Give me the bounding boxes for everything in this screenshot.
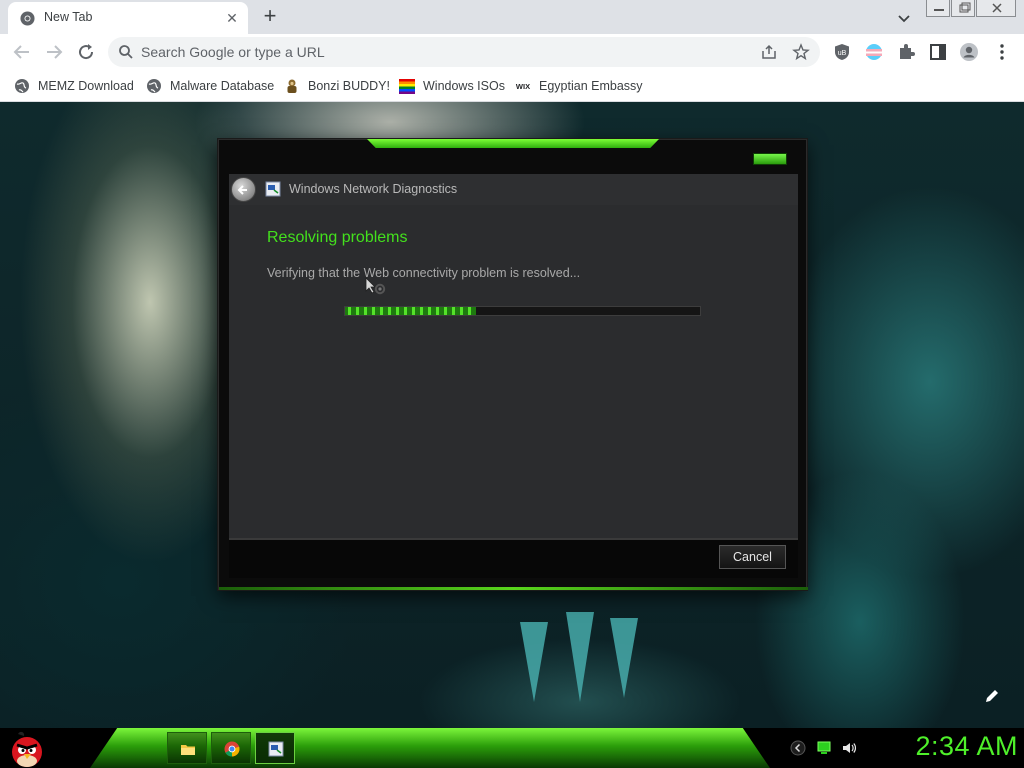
window-glow bbox=[219, 587, 808, 590]
tab-title: New Tab bbox=[44, 10, 93, 24]
angry-bird-start-icon[interactable] bbox=[8, 730, 46, 768]
network-diagnostics-icon bbox=[268, 741, 284, 757]
bookmark-label: Windows ISOs bbox=[423, 79, 505, 93]
back-button[interactable] bbox=[231, 177, 256, 202]
reload-icon[interactable] bbox=[74, 40, 98, 64]
window-controls bbox=[926, 0, 1016, 17]
wix-icon: WIX bbox=[516, 82, 530, 91]
wallpaper-fang bbox=[520, 622, 548, 702]
dialog-header: Windows Network Diagnostics bbox=[229, 174, 798, 205]
dialog-body: Resolving problems Verifying that the We… bbox=[229, 205, 798, 538]
page-heading: Resolving problems bbox=[267, 229, 408, 246]
pencil-icon[interactable] bbox=[984, 688, 1000, 704]
cancel-button[interactable]: Cancel bbox=[719, 545, 786, 569]
wallpaper-fang bbox=[610, 618, 638, 698]
back-icon[interactable] bbox=[10, 40, 34, 64]
progress-fill bbox=[345, 307, 477, 315]
menu-kebab-icon[interactable] bbox=[992, 42, 1012, 62]
ublock-icon[interactable]: uB bbox=[832, 42, 852, 62]
minimize-button[interactable] bbox=[926, 0, 950, 17]
tab-new-tab[interactable]: New Tab ✕ bbox=[8, 2, 248, 34]
network-icon[interactable] bbox=[816, 740, 832, 756]
new-tab-button[interactable]: + bbox=[258, 4, 282, 28]
bookmark-star-icon[interactable] bbox=[792, 43, 810, 61]
window-minimize-button[interactable] bbox=[753, 153, 787, 165]
dialog-footer: Cancel bbox=[229, 538, 798, 578]
close-window-button[interactable] bbox=[976, 0, 1016, 17]
close-icon bbox=[992, 3, 1002, 13]
wallpaper-fang bbox=[566, 612, 594, 702]
status-text: Verifying that the Web connectivity prob… bbox=[267, 266, 581, 280]
progress-bar bbox=[344, 306, 701, 316]
taskbar-button-chrome[interactable] bbox=[211, 732, 251, 764]
file-explorer-icon bbox=[181, 745, 195, 755]
bookmark-label: Egyptian Embassy bbox=[539, 79, 643, 93]
taskbar-clock[interactable]: 2:34 AM bbox=[868, 731, 1018, 762]
svg-text:WIX: WIX bbox=[516, 82, 530, 91]
browser-toolbar: uB bbox=[0, 34, 1024, 70]
window-glow bbox=[367, 139, 659, 148]
pride-extension-icon[interactable] bbox=[864, 42, 884, 62]
browser-titlebar: New Tab ✕ + bbox=[0, 0, 1024, 34]
network-diagnostics-window: Windows Network Diagnostics Resolving pr… bbox=[218, 139, 808, 590]
bookmark-label: Malware Database bbox=[170, 79, 275, 93]
busy-cursor-icon bbox=[365, 277, 386, 295]
side-panel-icon[interactable] bbox=[928, 42, 948, 62]
forward-icon[interactable] bbox=[42, 40, 66, 64]
rainbow-flag-icon bbox=[399, 79, 415, 94]
address-input[interactable] bbox=[141, 37, 741, 67]
taskbar-button-network-diagnostics[interactable] bbox=[255, 732, 295, 764]
globe-icon bbox=[15, 79, 29, 93]
omnibox[interactable] bbox=[108, 37, 820, 67]
bookmark-memz-download[interactable]: MEMZ Download bbox=[14, 76, 134, 96]
bookmark-malware-database[interactable]: Malware Database bbox=[146, 76, 274, 96]
bookmark-label: MEMZ Download bbox=[38, 79, 134, 93]
dialog-title: Windows Network Diagnostics bbox=[289, 182, 458, 196]
bookmarks-bar: MEMZ Download Malware Database Bonzi BUD… bbox=[0, 70, 1024, 102]
bookmark-windows-isos[interactable]: Windows ISOs bbox=[399, 76, 505, 96]
globe-icon bbox=[147, 79, 161, 93]
chevron-down-icon[interactable] bbox=[894, 8, 914, 28]
extensions-puzzle-icon[interactable] bbox=[896, 42, 916, 62]
volume-icon[interactable] bbox=[841, 740, 857, 756]
taskbar-button-file-explorer[interactable] bbox=[167, 732, 207, 764]
chrome-icon bbox=[20, 11, 35, 26]
share-icon[interactable] bbox=[760, 43, 778, 61]
search-icon bbox=[119, 45, 133, 59]
bookmark-label: Bonzi BUDDY! bbox=[308, 79, 390, 93]
svg-text:uB: uB bbox=[838, 50, 847, 57]
bookmark-egyptian-embassy[interactable]: WIX Egyptian Embassy bbox=[515, 76, 643, 96]
restore-icon bbox=[959, 2, 971, 13]
minimize-icon bbox=[934, 9, 944, 11]
chrome-icon bbox=[224, 741, 240, 757]
profile-avatar-icon[interactable] bbox=[959, 42, 979, 62]
network-diagnostics-icon bbox=[265, 181, 281, 197]
close-tab-icon[interactable]: ✕ bbox=[222, 8, 242, 28]
back-arrow-icon bbox=[237, 185, 247, 195]
restore-button[interactable] bbox=[951, 0, 975, 17]
bookmark-bonzi-buddy[interactable]: Bonzi BUDDY! bbox=[284, 76, 390, 96]
chevron-icon[interactable] bbox=[790, 740, 806, 756]
bonzi-icon bbox=[287, 79, 297, 93]
